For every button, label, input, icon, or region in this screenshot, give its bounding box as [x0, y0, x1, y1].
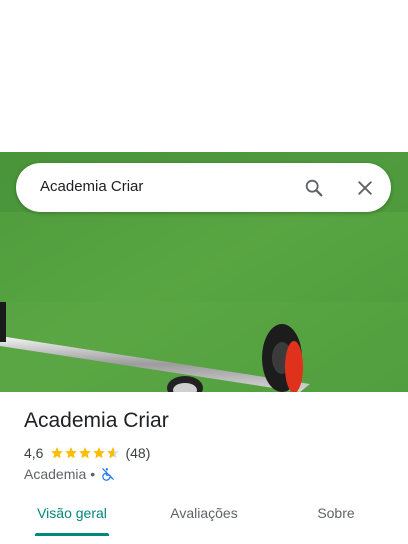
map-top-area	[0, 0, 408, 152]
tab-visao-geral[interactable]: Visão geral	[24, 494, 120, 534]
star-half-icon	[107, 447, 120, 459]
star-icon	[51, 447, 64, 459]
wheelchair-not-accessible-icon	[102, 468, 115, 481]
star-icon	[65, 447, 78, 459]
search-icon	[305, 179, 323, 197]
category-label: Academia	[24, 466, 87, 482]
search-bar[interactable]: Academia Criar	[16, 163, 391, 212]
separator: •	[90, 466, 96, 482]
star-icon	[93, 447, 106, 459]
review-count[interactable]: (48)	[125, 445, 150, 461]
tab-avaliacoes[interactable]: Avaliações	[148, 494, 260, 534]
active-tab-indicator	[35, 533, 109, 536]
category-row: Academia •	[24, 466, 115, 482]
star-icon	[79, 447, 92, 459]
place-tabs: Visão geral Avaliações Sobre	[0, 494, 408, 538]
rating-value: 4,6	[24, 445, 44, 461]
rating-row[interactable]: 4,6 (48)	[24, 444, 150, 462]
star-rating	[50, 446, 120, 460]
close-button[interactable]	[351, 174, 379, 202]
place-title: Academia Criar	[24, 409, 169, 432]
search-query[interactable]: Academia Criar	[40, 178, 143, 195]
tab-sobre[interactable]: Sobre	[296, 494, 376, 534]
search-button[interactable]	[300, 174, 328, 202]
close-icon	[358, 181, 372, 195]
